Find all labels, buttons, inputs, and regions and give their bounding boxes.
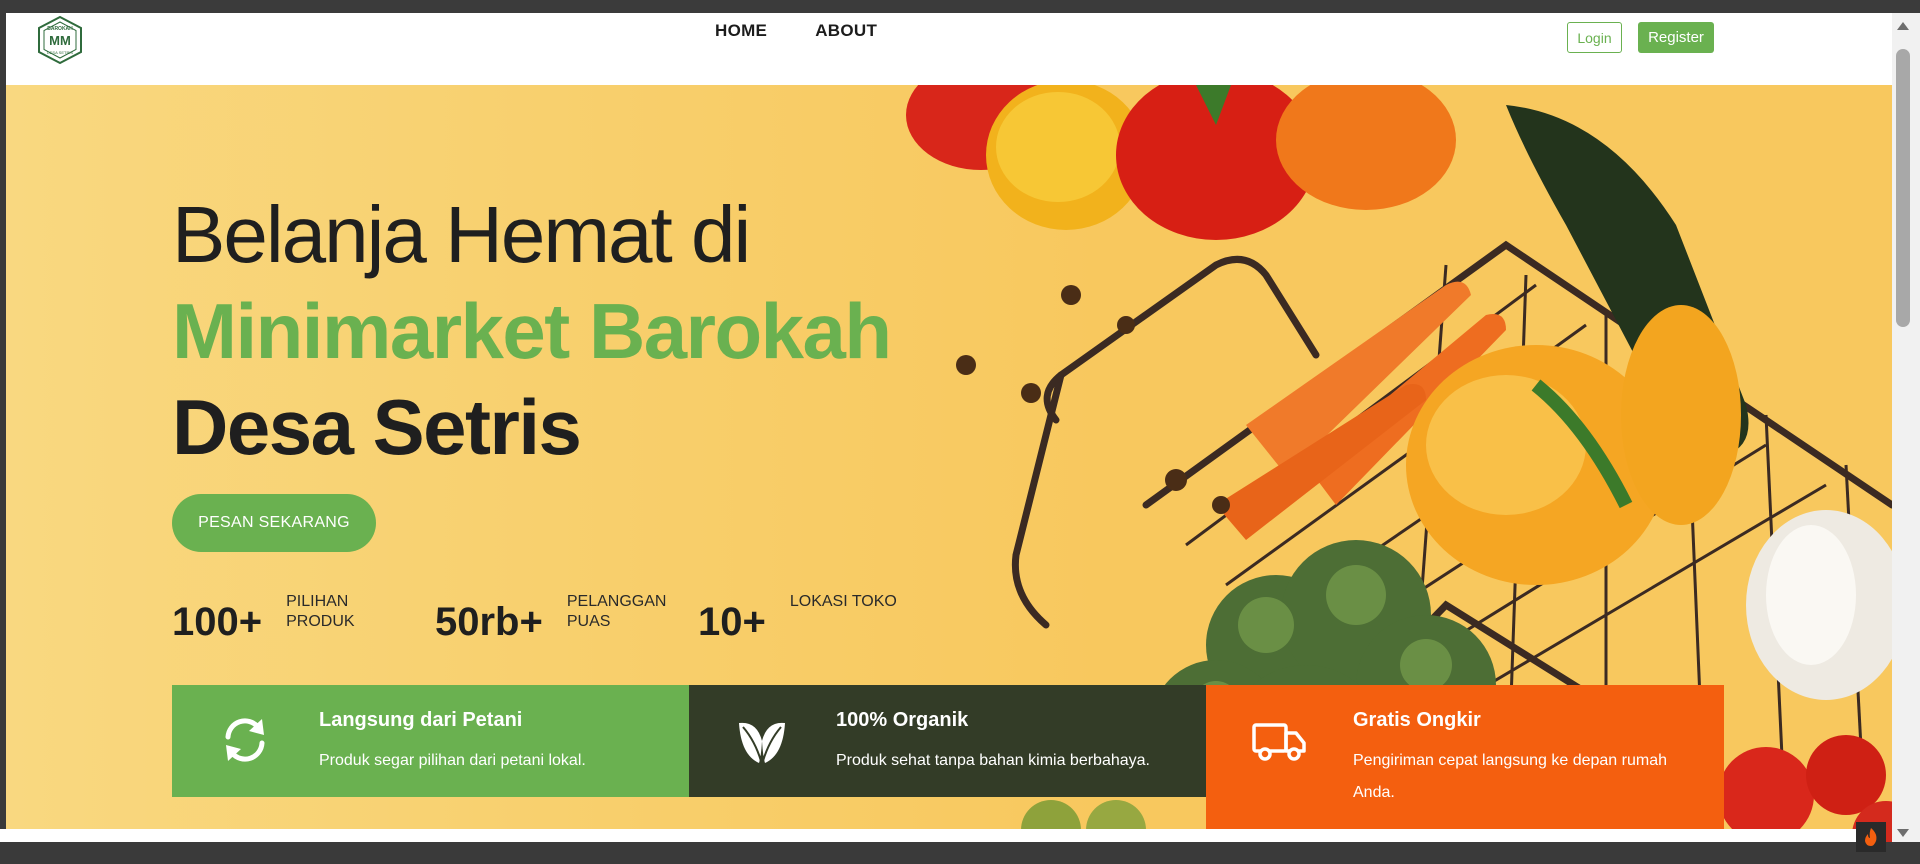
order-now-button[interactable]: PESAN SEKARANG — [172, 494, 376, 552]
stat-customers: 50rb+ PELANGGAN PUAS — [435, 593, 666, 644]
stat-locations: 10+ LOKASI TOKO — [698, 593, 897, 644]
stat-label-line-1: PELANGGAN — [566, 593, 667, 610]
truck-icon — [1252, 723, 1306, 761]
stat-label-line-1: LOKASI TOKO — [789, 593, 897, 610]
feature-cards: Langsung dari Petani Produk segar piliha… — [172, 685, 1724, 842]
feature-card-organic: 100% Organik Produk sehat tanpa bahan ki… — [689, 685, 1206, 797]
hero-section: Belanja Hemat di Minimarket Barokah Desa… — [6, 85, 1892, 842]
stat-label-line-1: PILIHAN — [286, 593, 349, 610]
leaf-icon — [739, 722, 785, 763]
flame-icon — [1865, 828, 1877, 846]
register-button[interactable]: Register — [1638, 22, 1714, 53]
stat-label-line-2: PRODUK — [286, 613, 355, 630]
flame-badge-icon[interactable] — [1856, 822, 1886, 852]
stat-label-line-2: PUAS — [566, 613, 611, 630]
page-bottom-strip — [0, 829, 1886, 842]
nav-about[interactable]: ABOUT — [815, 21, 877, 41]
feature-description: Pengiriman cepat langsung ke depan rumah… — [1353, 752, 1667, 801]
nav-home[interactable]: HOME — [715, 21, 767, 41]
feature-description: Produk segar pilihan dari petani lokal. — [319, 752, 586, 769]
stat-products: 100+ PILIHAN PRODUK — [172, 593, 355, 644]
browser-chrome — [0, 0, 1920, 13]
navbar: BAROKAH MM DESA SETRIS HOME ABOUT Login … — [6, 13, 1892, 85]
mm-logo[interactable]: BAROKAH MM DESA SETRIS — [36, 15, 84, 65]
stat-value: 100+ — [172, 600, 263, 644]
feature-title: Gratis Ongkir — [1353, 709, 1481, 731]
headline-line-1: Belanja Hemat di — [172, 190, 751, 279]
feature-title: Langsung dari Petani — [319, 709, 523, 731]
scroll-down-icon[interactable] — [1897, 829, 1909, 837]
login-button[interactable]: Login — [1567, 22, 1622, 53]
headline-line-2: Minimarket Barokah — [172, 287, 892, 375]
scroll-up-icon[interactable] — [1897, 22, 1909, 30]
logo-mid-text: MM — [49, 33, 71, 48]
refresh-icon — [225, 718, 265, 762]
scroll-thumb[interactable] — [1896, 49, 1910, 327]
page-viewport: BAROKAH MM DESA SETRIS HOME ABOUT Login … — [6, 13, 1892, 842]
stat-value: 10+ — [698, 600, 766, 644]
stat-label: PILIHAN PRODUK — [286, 592, 354, 644]
feature-card-farmers: Langsung dari Petani Produk segar piliha… — [172, 685, 689, 797]
main-nav: HOME ABOUT — [715, 21, 877, 41]
logo-bottom-text: DESA SETRIS — [47, 50, 74, 55]
stat-value: 50rb+ — [435, 600, 543, 644]
stat-label: PELANGGAN PUAS — [567, 592, 667, 644]
logo-top-text: BAROKAH — [47, 26, 73, 32]
feature-card-delivery: Gratis Ongkir Pengiriman cepat langsung … — [1206, 685, 1724, 842]
stat-label: LOKASI TOKO — [790, 592, 897, 644]
vertical-scrollbar[interactable] — [1892, 13, 1920, 842]
feature-title: 100% Organik — [836, 709, 969, 731]
feature-description: Produk sehat tanpa bahan kimia berbahaya… — [836, 752, 1150, 769]
headline-line-3: Desa Setris — [172, 383, 582, 471]
hero-headline: Belanja Hemat di Minimarket Barokah Desa… — [172, 187, 892, 475]
